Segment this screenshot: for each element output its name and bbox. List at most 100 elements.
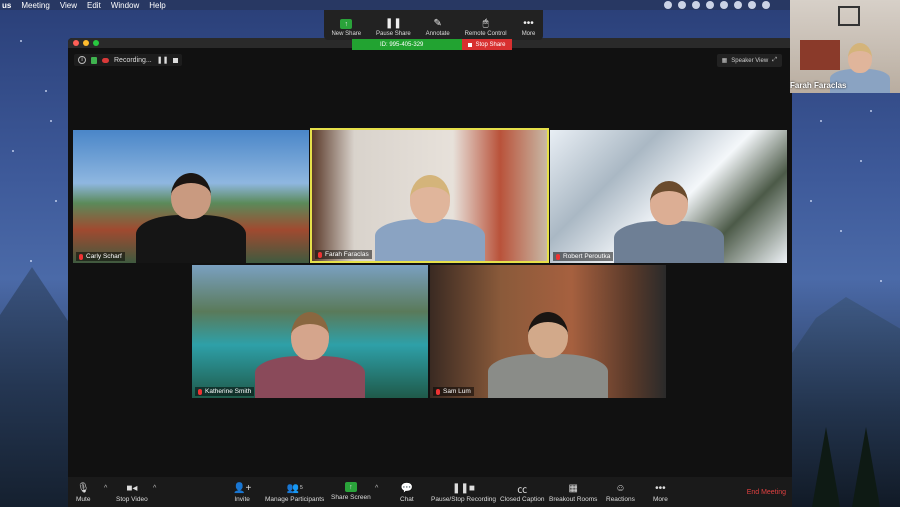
share-more-button[interactable]: ••• More xyxy=(521,17,536,38)
chat-button[interactable]: 💬 Chat xyxy=(400,482,414,504)
reactions-label: Reactions xyxy=(606,496,635,503)
muted-mic-icon xyxy=(79,253,83,260)
lock-icon[interactable] xyxy=(91,56,97,64)
more-dots-icon: ••• xyxy=(655,482,666,494)
invite-button[interactable]: 👤+ Invite xyxy=(233,482,252,504)
recording-label: Recording... xyxy=(114,56,152,64)
share-screen-icon: ↑ xyxy=(344,482,357,492)
manage-participants-button[interactable]: 👥 5 Manage Participants xyxy=(265,482,325,504)
status-icon[interactable] xyxy=(692,1,700,9)
stop-video-button[interactable]: ■◂ Stop Video xyxy=(116,482,148,504)
reactions-button[interactable]: ☺ Reactions xyxy=(606,482,635,504)
new-share-icon: ↑ xyxy=(340,19,353,29)
status-icon[interactable] xyxy=(748,1,756,9)
stop-share-label: Stop Share xyxy=(475,41,506,48)
pause-recording-icon[interactable]: ❚❚ xyxy=(157,56,169,64)
fullscreen-icon[interactable]: ⤢ xyxy=(772,57,777,64)
participant-name-label: Sam Lum xyxy=(433,387,474,396)
breakout-rooms-button[interactable]: ▦ Breakout Rooms xyxy=(549,482,598,504)
meeting-controls-toolbar: 🎙 Mute ^ ■◂ Stop Video ^ 👤+ Invite 👥 5 Ma… xyxy=(68,477,792,507)
wifi-icon[interactable] xyxy=(762,1,770,9)
new-share-button[interactable]: ↑ New Share xyxy=(331,19,361,37)
menu-help[interactable]: Help xyxy=(149,1,165,10)
muted-mic-icon xyxy=(436,388,440,395)
muted-mic-icon xyxy=(556,253,560,260)
annotate-label: Annotate xyxy=(425,31,450,37)
participant-name-label: Katherine Smith xyxy=(195,387,255,396)
status-icon[interactable] xyxy=(720,1,728,9)
mute-label: Mute xyxy=(76,496,91,503)
more-button[interactable]: ••• More xyxy=(653,482,668,504)
remote-control-label: Remote Control xyxy=(464,31,507,37)
share-status-bar: ID: 995-405-329 Stop Share xyxy=(352,39,512,50)
share-screen-button[interactable]: ↑ Share Screen xyxy=(331,482,371,501)
audio-options-chevron-icon[interactable]: ^ xyxy=(104,485,107,492)
mouse-icon: 🖱 xyxy=(482,17,489,29)
muted-mic-icon xyxy=(198,388,202,395)
menu-view[interactable]: View xyxy=(60,1,77,10)
mute-button[interactable]: 🎙 Mute xyxy=(76,482,91,504)
invite-label: Invite xyxy=(234,496,250,503)
meeting-top-bar: i Recording... ❚❚ ▦ Speaker View ⤢ xyxy=(68,48,792,70)
video-tile-katherine-smith[interactable]: Katherine Smith xyxy=(192,265,428,398)
smiley-icon: ☺ xyxy=(615,482,626,494)
manage-participants-label: Manage Participants xyxy=(265,496,325,503)
status-icon[interactable] xyxy=(734,1,742,9)
recording-indicator: i Recording... ❚❚ xyxy=(74,54,183,66)
share-more-label: More xyxy=(521,31,536,37)
video-tile-sam-lum[interactable]: Sam Lum xyxy=(430,265,666,398)
menu-meeting[interactable]: Meeting xyxy=(21,1,49,10)
status-icon[interactable] xyxy=(706,1,714,9)
video-tile-farah-faraclas[interactable]: Farah Faraclas xyxy=(310,128,549,263)
zoom-meeting-window: i Recording... ❚❚ ▦ Speaker View ⤢ Carly… xyxy=(68,38,792,507)
self-view-thumbnail[interactable]: Farah Faraclas xyxy=(790,0,900,93)
menu-edit[interactable]: Edit xyxy=(87,1,101,10)
menu-bar: us Meeting View Edit Window Help xyxy=(0,0,900,10)
pause-icon: ❚❚ xyxy=(385,17,402,29)
speaker-view-button[interactable]: ▦ Speaker View ⤢ xyxy=(716,54,782,67)
stop-video-label: Stop Video xyxy=(116,496,148,503)
share-screen-label: Share Screen xyxy=(331,494,371,501)
video-tile-robert-peroutka[interactable]: Robert Peroutka xyxy=(550,130,787,263)
pause-share-button[interactable]: ❚❚ Pause Share xyxy=(376,17,411,38)
info-icon[interactable]: i xyxy=(78,56,86,64)
menu-app-name[interactable]: us xyxy=(2,1,11,10)
annotate-button[interactable]: ✎ Annotate xyxy=(425,17,450,38)
microphone-icon: 🎙 xyxy=(76,482,90,494)
minimize-window-button[interactable] xyxy=(83,40,89,46)
closed-caption-button[interactable]: ㏄ Closed Caption xyxy=(500,482,544,504)
breakout-rooms-label: Breakout Rooms xyxy=(549,496,598,503)
meeting-id-badge[interactable]: ID: 995-405-329 xyxy=(352,39,462,50)
pause-stop-icon: ❚❚■ xyxy=(452,482,475,494)
stop-recording-icon[interactable] xyxy=(173,57,179,63)
pause-stop-recording-button[interactable]: ❚❚■ Pause/Stop Recording xyxy=(431,482,497,504)
speaker-view-label: Speaker View xyxy=(731,57,769,64)
video-tile-carly-scharf[interactable]: Carly Scharf xyxy=(73,130,309,263)
chat-bubble-icon: 💬 xyxy=(400,482,414,494)
desktop-tree xyxy=(812,427,840,507)
pen-icon: ✎ xyxy=(433,17,442,29)
video-camera-icon: ■◂ xyxy=(126,482,138,494)
desktop-tree xyxy=(852,427,880,507)
video-options-chevron-icon[interactable]: ^ xyxy=(153,485,156,492)
pause-stop-recording-label: Pause/Stop Recording xyxy=(431,496,497,503)
more-label: More xyxy=(653,496,668,503)
meeting-id-text: ID: 995-405-329 xyxy=(380,41,424,48)
cc-icon: ㏄ xyxy=(517,484,528,496)
remote-control-button[interactable]: 🖱 Remote Control xyxy=(464,17,507,38)
status-icon[interactable] xyxy=(678,1,686,9)
share-options-chevron-icon[interactable]: ^ xyxy=(375,485,378,492)
background-frame xyxy=(838,6,860,26)
stop-share-button[interactable]: Stop Share xyxy=(462,39,512,50)
end-meeting-button[interactable]: End Meeting xyxy=(747,489,786,496)
zoom-window-button[interactable] xyxy=(93,40,99,46)
add-person-icon: 👤+ xyxy=(233,482,252,494)
self-view-name: Farah Faraclas xyxy=(790,81,847,90)
dropbox-icon[interactable] xyxy=(664,1,672,9)
more-dots-icon: ••• xyxy=(523,17,534,29)
chat-label: Chat xyxy=(400,496,414,503)
menu-window[interactable]: Window xyxy=(111,1,139,10)
close-window-button[interactable] xyxy=(73,40,79,46)
screen-share-toolbar: ↑ New Share ❚❚ Pause Share ✎ Annotate 🖱 … xyxy=(324,10,543,40)
menu-status-icons xyxy=(664,1,770,9)
